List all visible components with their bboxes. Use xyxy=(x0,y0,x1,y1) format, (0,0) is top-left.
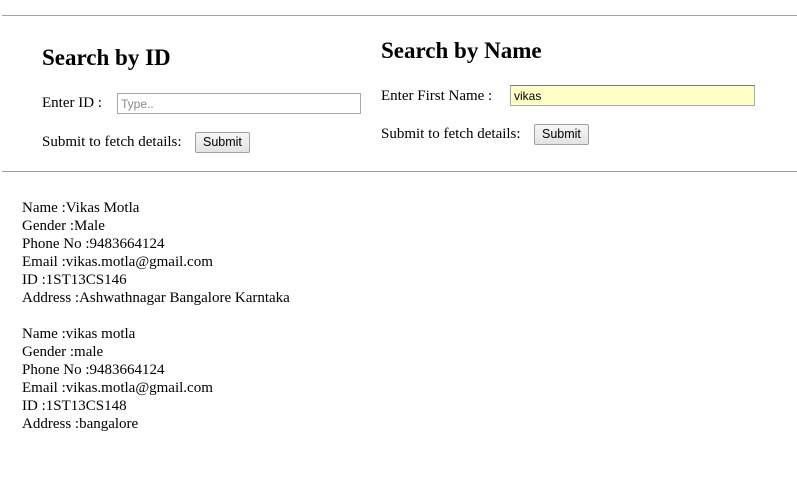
result-gender: Gender :male xyxy=(22,344,104,360)
first-name-input[interactable] xyxy=(510,85,755,106)
name-submit-button[interactable]: Submit xyxy=(534,124,589,145)
result-gender: Gender :Male xyxy=(22,218,105,234)
name-submit-prompt: Submit to fetch details: xyxy=(381,126,521,142)
id-input[interactable] xyxy=(117,93,361,114)
id-submit-button[interactable]: Submit xyxy=(195,132,250,153)
result-record: Name :Vikas Motla Gender :Male Phone No … xyxy=(22,199,290,307)
search-by-id-heading: Search by ID xyxy=(42,45,171,70)
top-divider xyxy=(2,15,797,16)
result-email: Email :vikas.motla@gmail.com xyxy=(22,254,213,270)
result-record: Name :vikas motla Gender :male Phone No … xyxy=(22,325,290,433)
result-name: Name :Vikas Motla xyxy=(22,200,140,216)
result-phone: Phone No :9483664124 xyxy=(22,236,165,252)
result-id: ID :1ST13CS148 xyxy=(22,398,127,414)
first-name-label: Enter First Name : xyxy=(381,88,493,104)
middle-divider xyxy=(2,171,797,172)
search-by-name-heading: Search by Name xyxy=(381,38,542,63)
result-name: Name :vikas motla xyxy=(22,326,136,342)
result-email: Email :vikas.motla@gmail.com xyxy=(22,380,213,396)
result-id: ID :1ST13CS146 xyxy=(22,272,127,288)
result-phone: Phone No :9483664124 xyxy=(22,362,165,378)
id-label: Enter ID : xyxy=(42,95,102,111)
id-submit-prompt: Submit to fetch details: xyxy=(42,134,182,150)
result-address: Address :bangalore xyxy=(22,416,139,432)
result-address: Address :Ashwathnagar Bangalore Karntaka xyxy=(22,290,290,306)
page: Search by ID Enter ID : Submit to fetch … xyxy=(0,0,797,497)
results-list: Name :Vikas Motla Gender :Male Phone No … xyxy=(22,199,290,451)
